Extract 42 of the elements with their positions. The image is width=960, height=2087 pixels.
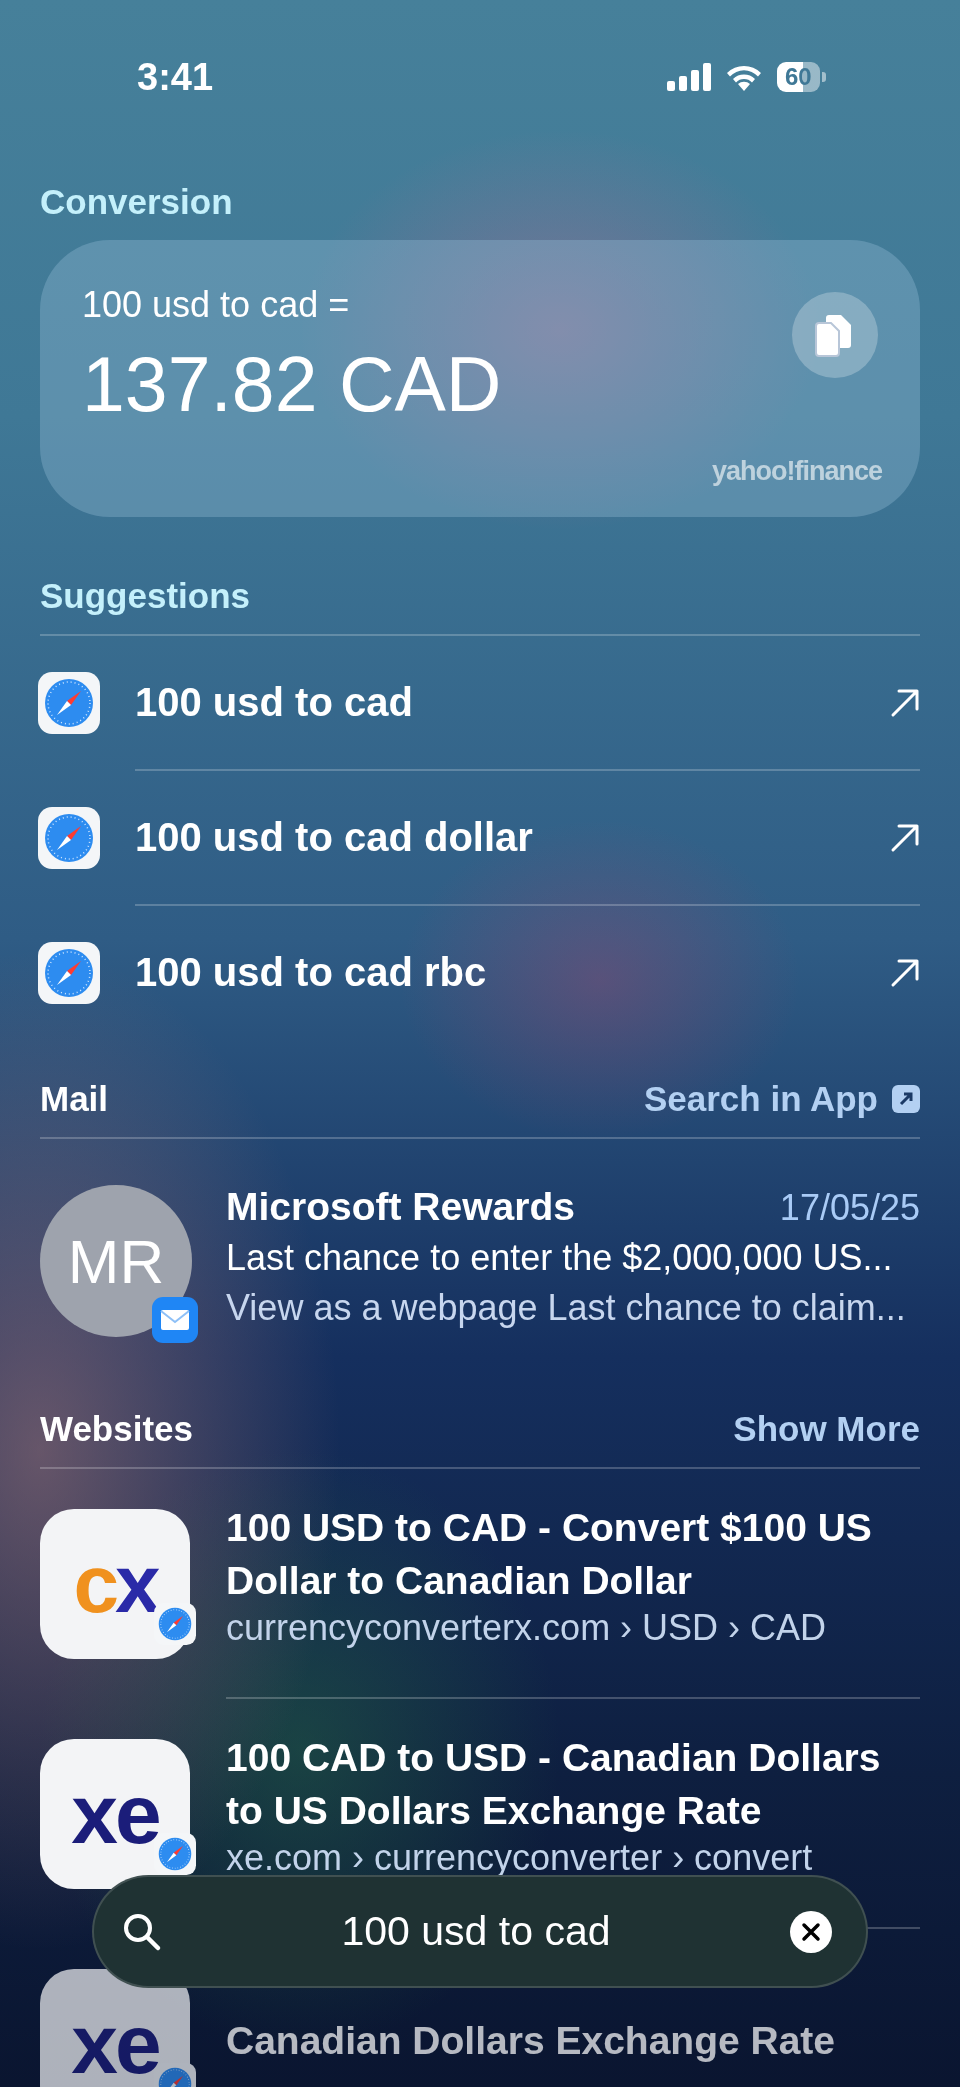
suggestion-text: 100 usd to cad rbc xyxy=(135,950,487,995)
wifi-icon xyxy=(725,63,763,91)
mail-icon xyxy=(152,1297,198,1343)
signal-icon xyxy=(667,63,711,91)
show-more-link[interactable]: Show More xyxy=(733,1409,920,1449)
website-title: Canadian Dollars Exchange Rate xyxy=(226,2018,837,2064)
arrow-icon xyxy=(890,822,920,853)
search-in-app-link[interactable]: Search in App xyxy=(643,1079,920,1119)
compass-icon xyxy=(38,671,100,734)
suggestion-row[interactable]: 100 usd to cad xyxy=(38,636,920,769)
website-title: 100 USD to CAD - Convert $100 US Dollar to Canadian Dollar xyxy=(226,1505,873,1604)
suggestion-text: 100 usd to cad xyxy=(135,680,413,725)
suggestion-row[interactable]: 100 usd to cad rbc xyxy=(38,906,920,1039)
search-field[interactable]: 100 usd to cad xyxy=(92,1875,868,1988)
section-heading: Conversion xyxy=(40,182,233,222)
website-title: 100 CAD to USD - Canadian Dollars to US Dollars Exchange Rate xyxy=(226,1735,882,1834)
arrow-icon xyxy=(890,957,920,988)
mail-preview: View as a webpage Last chance to claim... xyxy=(226,1287,907,1329)
site-logo: xe xyxy=(40,1739,190,1889)
suggestion-row[interactable]: 100 usd to cad dollar xyxy=(38,771,920,904)
clear-button[interactable] xyxy=(790,1910,832,1953)
suggestion-text: 100 usd to cad dollar xyxy=(135,815,533,860)
clock: 3:41 xyxy=(137,55,215,99)
section-heading: Mail xyxy=(40,1079,109,1119)
section-heading: Websites xyxy=(40,1409,194,1449)
mail-sender: Microsoft Rewards xyxy=(226,1185,575,1229)
site-logo: cx xyxy=(40,1509,190,1659)
compass-icon xyxy=(38,941,100,1004)
arrow-icon xyxy=(890,687,920,718)
close-icon xyxy=(801,1921,821,1942)
conversion-card[interactable]: 100 usd to cad = 137.82 CAD yahoo!finance xyxy=(40,240,920,517)
mail-subject: Last chance to enter the $2,000,000 US... xyxy=(226,1237,894,1279)
conversion-result: 137.82 CAD xyxy=(82,340,502,429)
website-url: currencyconverterx.com › USD › CAD xyxy=(226,1607,828,1649)
source-logo: yahoo!finance xyxy=(711,456,882,487)
compass-icon xyxy=(38,806,100,869)
mail-date: 17/05/25 xyxy=(779,1187,920,1229)
open-app-icon xyxy=(892,1085,920,1113)
search-icon xyxy=(122,1911,162,1952)
section-heading: Suggestions xyxy=(40,576,251,616)
avatar: MR xyxy=(40,1185,192,1337)
conversion-query: 100 usd to cad = xyxy=(82,284,350,326)
